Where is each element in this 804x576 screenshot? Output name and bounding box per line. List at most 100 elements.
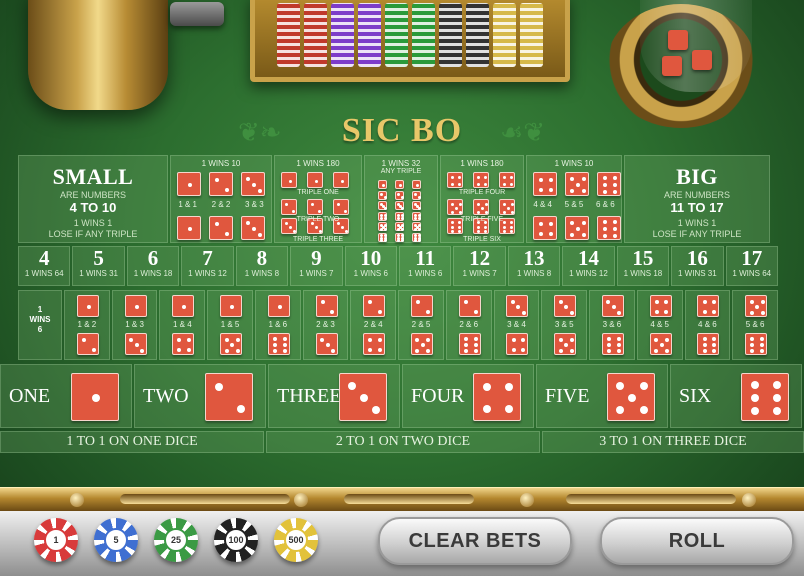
bet-total-12[interactable]: 12 1 WINS 7 [453, 246, 506, 286]
single-label: FOUR [411, 385, 465, 407]
triple-label: TRIPLE SIX [463, 236, 501, 243]
combo-label: 2 & 5 [411, 320, 431, 329]
any-triple-die-2 [378, 190, 387, 200]
combo-die-4 [697, 295, 720, 317]
chip-1[interactable]: 1 [34, 518, 78, 562]
bet-combo-1&3[interactable]: 1 & 3 [111, 290, 158, 360]
small-range: 4 TO 10 [69, 200, 117, 215]
combo-die-1 [220, 295, 243, 317]
bet-triples-left[interactable]: 1 WINS 180 TRIPLE ONE TRIPLE TWO TRIPLE TH… [274, 155, 362, 243]
combo-label: 5 & 6 [745, 320, 765, 329]
combo-label: 1 & 6 [268, 320, 288, 329]
combo-die-2 [410, 295, 433, 317]
bet-combo-1&2[interactable]: 1 & 2 [64, 290, 110, 360]
combo-label: 1 & 5 [220, 320, 240, 329]
bet-combo-2&4[interactable]: 2 & 4 [350, 290, 397, 360]
bet-combo-2&3[interactable]: 2 & 3 [302, 290, 349, 360]
bet-combo-1&5[interactable]: 1 & 5 [207, 290, 253, 360]
bet-combo-3&4[interactable]: 3 & 4 [493, 290, 540, 360]
bet-doubles-right[interactable]: 1 WINS 10 4 & 4 5 & 5 6 & 6 [526, 155, 622, 243]
small-rule: LOSE IF ANY TRIPLE [48, 229, 138, 239]
big-sub: ARE NUMBERS [663, 190, 730, 200]
any-triple-die-1 [412, 180, 421, 189]
bet-single-three[interactable]: THREE [268, 364, 400, 428]
total-number: 10 [360, 246, 382, 270]
total-number: 11 [415, 246, 436, 270]
single-die-3 [339, 373, 387, 421]
triples-right-pay: 1 WINS 180 [460, 159, 504, 168]
any-triple-pay: 1 WINS 32 [381, 159, 421, 168]
combo-label: 3 & 4 [507, 320, 526, 329]
total-number: 8 [256, 246, 268, 270]
combo-die-6 [601, 333, 624, 355]
double-label: 1 & 1 [178, 200, 197, 209]
bet-small[interactable]: SMALL ARE NUMBERS 4 TO 10 1 WINS 1 LOSE … [18, 155, 168, 243]
bet-total-5[interactable]: 51 WINS 31 [72, 246, 125, 286]
doubles-left-pay: 1 WINS 10 [201, 159, 241, 168]
bet-combo-1&6[interactable]: 1 & 6 [254, 290, 301, 360]
bet-triples-right[interactable]: 1 WINS 180 TRIPLE FOUR TRIPLE FIVE TRIPLE … [440, 155, 524, 243]
bet-doubles-left[interactable]: 1 WINS 10 1 & 1 2 & 2 3 & 3 [170, 155, 272, 243]
small-label: SMALL [52, 164, 134, 189]
bet-combo-4&6[interactable]: 4 & 6 [684, 290, 731, 360]
single-die-2 [205, 373, 253, 421]
single-label: THREE [277, 385, 342, 407]
total-payout: 1 WINS 12 [188, 269, 227, 278]
bet-total-7[interactable]: 71 WINS 12 [181, 246, 234, 286]
triple-die-1 [307, 172, 323, 188]
chip-25[interactable]: 25 [154, 518, 198, 562]
combo-die-4 [649, 295, 672, 317]
table-latch [170, 2, 224, 26]
bet-total-4[interactable]: 41 WINS 64 [18, 246, 71, 286]
clear-bets-button[interactable]: CLEAR BETS [378, 517, 572, 565]
bet-single-one[interactable]: ONE [0, 364, 132, 428]
bet-combo-5&6[interactable]: 5 & 6 [732, 290, 778, 360]
chip-100[interactable]: 100 [214, 518, 258, 562]
bet-any-triple[interactable]: 1 WINS 32 ANY TRIPLE [364, 155, 438, 243]
total-number: 14 [577, 246, 599, 270]
bet-combo-3&6[interactable]: 3 & 6 [589, 290, 635, 360]
double-die-bottom-5 [565, 216, 589, 240]
bet-combo-3&5[interactable]: 3 & 5 [541, 290, 588, 360]
bet-total-9[interactable]: 91 WINS 7 [290, 246, 343, 286]
double-die-top-3 [241, 172, 265, 196]
bet-total-15[interactable]: 15 1 WINS 18 [616, 246, 670, 286]
bet-total-6[interactable]: 61 WINS 18 [126, 246, 180, 286]
bet-total-11[interactable]: 11 1 WINS 6 [399, 246, 452, 286]
total-number: 7 [202, 246, 213, 270]
bet-single-two[interactable]: TWO [134, 364, 266, 428]
bet-single-five[interactable]: FIVE [536, 364, 668, 428]
double-die-bottom-2 [209, 216, 233, 240]
bet-combo-4&5[interactable]: 4 & 5 [636, 290, 683, 360]
bet-combo-2&5[interactable]: 2 & 5 [398, 290, 444, 360]
bet-total-10[interactable]: 10 1 WINS 6 [344, 246, 397, 286]
chip-5[interactable]: 5 [94, 518, 138, 562]
double-die-top-4 [533, 172, 557, 196]
double-die-top-6 [597, 172, 621, 196]
total-payout: 1 WINS 64 [732, 269, 772, 278]
chip-value: 1 [44, 528, 68, 552]
bet-total-14[interactable]: 14 1 WINS 12 [562, 246, 615, 286]
chip-value: 100 [224, 528, 248, 552]
combos-payout-line-3: 6 [37, 325, 43, 334]
bet-total-16[interactable]: 16 1 WINS 31 [671, 246, 724, 286]
bet-big[interactable]: BIG ARE NUMBERS 11 TO 17 1 WINS 1 LOSE I… [624, 155, 770, 243]
bet-single-four[interactable]: FOUR [402, 364, 534, 428]
bet-total-17[interactable]: 17 1 WINS 64 [725, 246, 778, 286]
chip-500[interactable]: 500 [274, 518, 318, 562]
combo-die-5 [745, 295, 768, 317]
bet-single-six[interactable]: SIX [670, 364, 802, 428]
combo-label: 1 & 2 [77, 320, 97, 329]
combos-payout-line-1: 1 [37, 305, 43, 314]
bet-combo-1&4[interactable]: 1 & 4 [159, 290, 206, 360]
bet-total-13[interactable]: 13 1 WINS 8 [507, 246, 561, 286]
bet-total-8[interactable]: 81 WINS 8 [235, 246, 289, 286]
combo-die-5 [554, 333, 577, 355]
bet-combo-2&6[interactable]: 2 & 6 [445, 290, 492, 360]
single-die-4 [473, 373, 521, 421]
any-triple-die-6 [378, 232, 387, 243]
combo-die-3 [124, 333, 147, 355]
combo-die-3 [601, 295, 624, 317]
roll-button[interactable]: ROLL [600, 517, 794, 565]
control-bar: 1 5 25 100 500 CLEAR BETS ROLL [0, 511, 804, 576]
